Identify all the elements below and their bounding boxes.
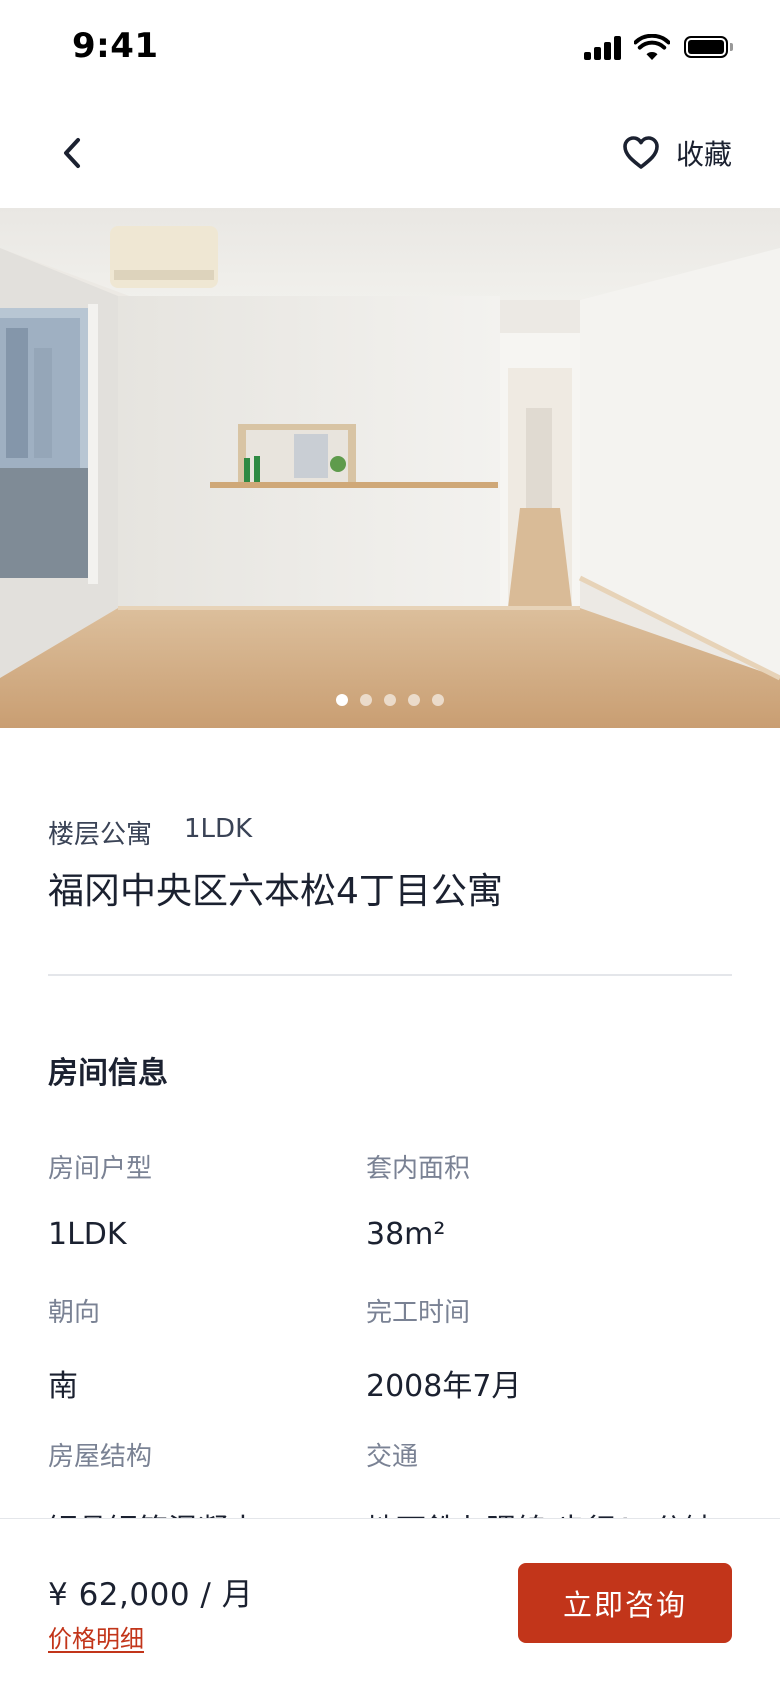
apartment-living-room-photo xyxy=(0,208,780,728)
section-title-room-info: 房间信息 xyxy=(48,1056,168,1091)
spec-value: 1LDK xyxy=(48,1217,127,1252)
battery-icon xyxy=(684,36,733,58)
spec-value: 2008年7月 xyxy=(366,1369,522,1404)
status-bar: 9:41 xyxy=(0,0,780,100)
listing-layout: 1LDK xyxy=(184,814,253,844)
chevron-left-icon xyxy=(64,138,80,168)
spec-label: 套内面积 xyxy=(366,1154,471,1184)
signal-icon xyxy=(584,36,622,60)
spec-label: 完工时间 xyxy=(366,1298,471,1328)
pagination-dot[interactable] xyxy=(336,694,348,706)
listing-meta: 楼层公寓 1LDK xyxy=(48,814,252,851)
wifi-icon xyxy=(634,34,670,60)
spec-item-completion: 完工时间 2008年7月 xyxy=(366,1292,521,1405)
pagination-dot[interactable] xyxy=(408,694,420,706)
pagination-dot[interactable] xyxy=(432,694,444,706)
heart-icon xyxy=(623,136,659,169)
spec-value: 南 xyxy=(48,1369,78,1404)
spec-label: 房屋结构 xyxy=(48,1442,153,1472)
listing-type: 楼层公寓 xyxy=(48,820,153,850)
spec-label: 交通 xyxy=(366,1442,419,1472)
pagination-dot[interactable] xyxy=(360,694,372,706)
photo-gallery[interactable] xyxy=(0,208,780,728)
favorite-label: 收藏 xyxy=(675,138,732,171)
spec-value: 38m² xyxy=(366,1217,446,1252)
price: ¥ 62,000 / 月 xyxy=(48,1577,254,1613)
status-time: 9:41 xyxy=(72,26,159,66)
spec-item-orientation: 朝向 南 xyxy=(48,1292,100,1405)
spec-item-area: 套内面积 38m² xyxy=(366,1148,470,1252)
price-detail-link[interactable]: 价格明细 xyxy=(48,1619,144,1654)
bottom-action-bar: ¥ 62,000 / 月 价格明细 立即咨询 xyxy=(0,1518,780,1689)
spec-item-layout: 房间户型 1LDK xyxy=(48,1148,152,1252)
listing-title: 福冈中央区六本松4丁目公寓 xyxy=(48,871,503,912)
spec-label: 房间户型 xyxy=(48,1154,153,1184)
divider xyxy=(48,974,732,976)
back-button[interactable] xyxy=(48,128,98,178)
nav-bar: 收藏 xyxy=(0,100,780,208)
consult-button[interactable]: 立即咨询 xyxy=(518,1563,732,1643)
favorite-button[interactable]: 收藏 xyxy=(622,128,732,178)
pagination-dot[interactable] xyxy=(384,694,396,706)
gallery-pagination xyxy=(0,694,780,706)
spec-label: 朝向 xyxy=(48,1298,101,1328)
